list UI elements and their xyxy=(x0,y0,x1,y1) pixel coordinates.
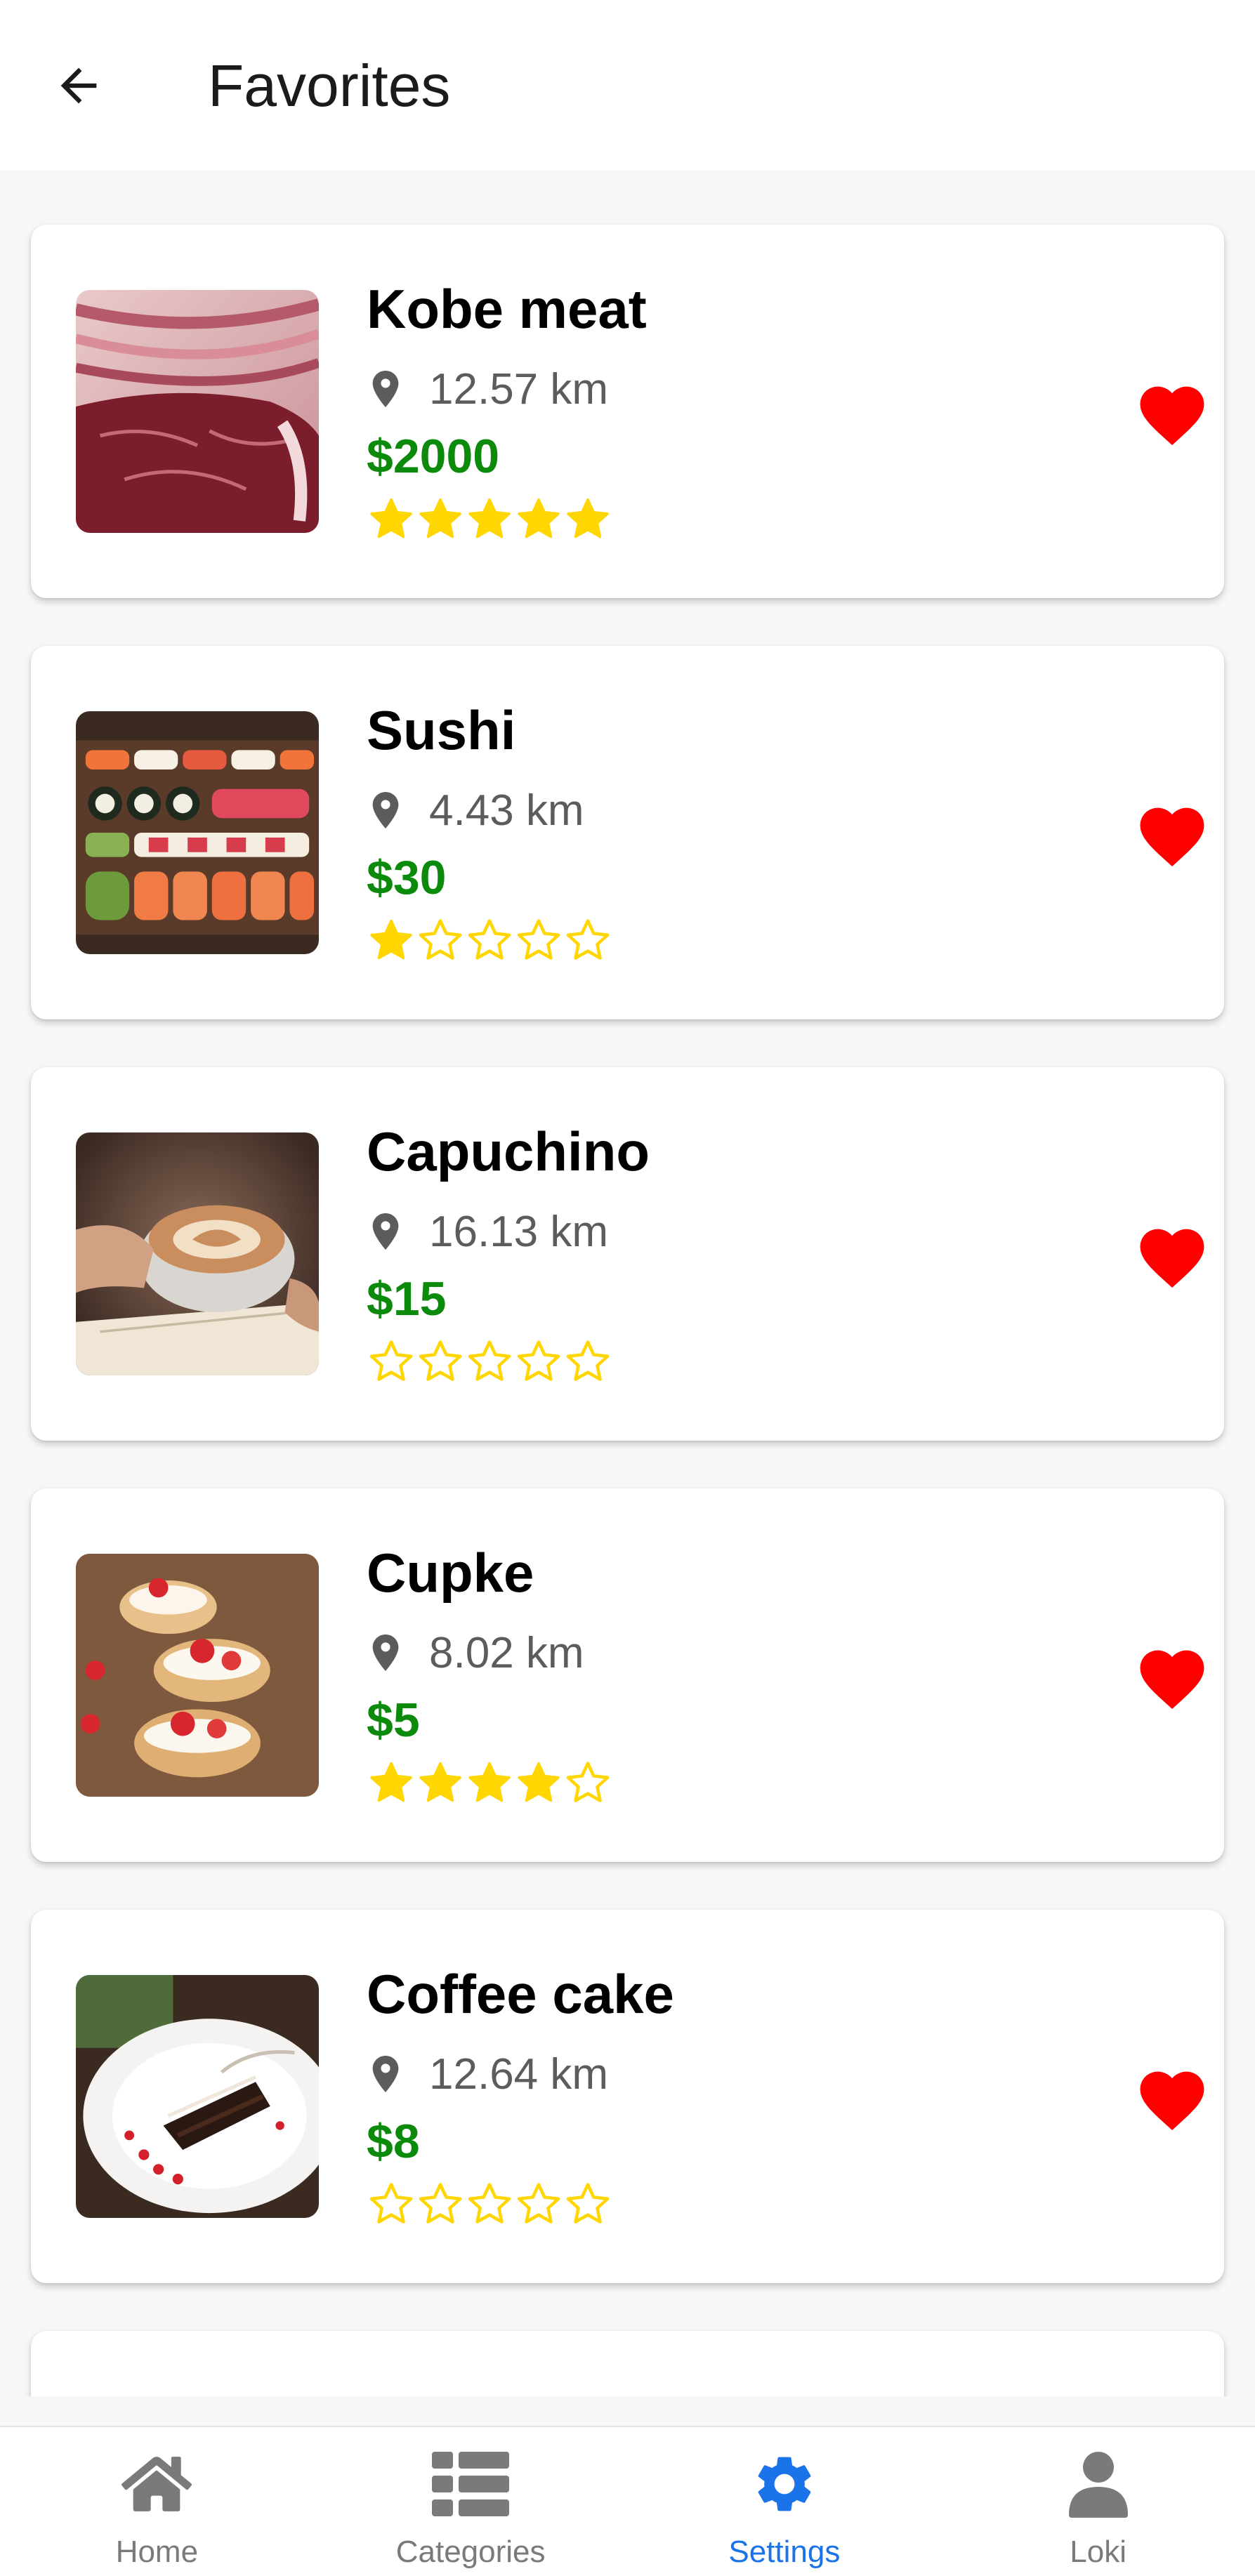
star-filled-icon xyxy=(370,919,412,960)
item-price: $5 xyxy=(367,1693,420,1747)
star-outline-icon xyxy=(419,1340,462,1381)
nav-settings-label: Settings xyxy=(728,2535,841,2569)
distance-row: 8.02 km xyxy=(372,1627,584,1678)
location-pin-icon xyxy=(372,1213,399,1250)
nav-home-label: Home xyxy=(115,2535,199,2569)
location-pin-icon xyxy=(372,371,399,407)
chocolate-cake-slice-photo xyxy=(76,1975,319,2218)
item-name: Coffee cake xyxy=(367,1963,674,2025)
favorite-card[interactable]: Capuchino 16.13 km $15 xyxy=(31,1067,1224,1441)
star-rating xyxy=(367,495,612,543)
user-icon xyxy=(1060,2445,1137,2523)
arrow-left-icon xyxy=(60,67,97,104)
heart-icon xyxy=(1140,1229,1204,1288)
favorite-card[interactable]: Cupke 8.02 km $5 xyxy=(31,1488,1224,1862)
heart-icon xyxy=(1140,386,1204,446)
favorite-heart-button[interactable] xyxy=(1126,1637,1218,1715)
heart-icon xyxy=(1140,1650,1204,1710)
sushi-platter-photo xyxy=(76,711,319,954)
item-price: $15 xyxy=(367,1272,447,1326)
star-filled-icon xyxy=(419,1762,461,1802)
item-distance: 12.64 km xyxy=(429,2049,609,2099)
star-rating xyxy=(367,1759,612,1806)
item-name: Cupke xyxy=(367,1542,534,1604)
distance-row: 16.13 km xyxy=(372,1206,608,1257)
favorite-heart-button[interactable] xyxy=(1126,795,1218,872)
star-outline-icon xyxy=(517,1340,560,1381)
favorite-heart-button[interactable] xyxy=(1126,1216,1218,1293)
distance-row: 4.43 km xyxy=(372,785,584,835)
bottom-navigation: Home Categories Settings Loki xyxy=(0,2426,1255,2576)
star-rating xyxy=(367,2180,612,2228)
item-price: $30 xyxy=(367,851,447,904)
star-outline-icon xyxy=(369,2183,413,2224)
nav-categories[interactable]: Categories xyxy=(314,2427,628,2576)
star-rating xyxy=(367,1337,612,1385)
strawberry-cream-puffs-photo xyxy=(76,1554,319,1797)
back-button[interactable] xyxy=(39,46,118,125)
app-bar: Favorites xyxy=(0,0,1255,171)
star-outline-icon xyxy=(566,1762,610,1802)
star-outline-icon xyxy=(566,1340,610,1381)
location-pin-icon xyxy=(372,1634,399,1671)
favorite-heart-button[interactable] xyxy=(1126,374,1218,451)
item-price: $2000 xyxy=(367,430,500,483)
star-outline-icon xyxy=(517,2183,560,2224)
distance-row: 12.64 km xyxy=(372,2049,608,2099)
nav-profile-label: Loki xyxy=(1070,2535,1126,2569)
star-filled-icon xyxy=(370,498,412,539)
star-outline-icon xyxy=(566,2183,610,2224)
star-outline-icon xyxy=(468,2183,511,2224)
star-filled-icon xyxy=(468,498,511,539)
star-filled-icon xyxy=(518,1762,560,1802)
star-filled-icon xyxy=(518,498,560,539)
favorite-card[interactable]: Sushi 4.43 km $30 xyxy=(31,646,1224,1019)
star-filled-icon xyxy=(419,498,461,539)
star-filled-icon xyxy=(567,498,609,539)
item-distance: 16.13 km xyxy=(429,1207,609,1256)
star-outline-icon xyxy=(517,919,560,960)
heart-icon xyxy=(1140,807,1204,867)
item-distance: 8.02 km xyxy=(429,1628,584,1677)
star-rating xyxy=(367,916,612,964)
nav-categories-label: Categories xyxy=(395,2535,546,2569)
distance-row: 12.57 km xyxy=(372,364,608,414)
cappuccino-cup-photo xyxy=(76,1132,319,1375)
page-title: Favorites xyxy=(208,53,451,119)
favorite-card[interactable]: Kobe meat 12.57 km $2000 xyxy=(31,225,1224,598)
item-distance: 4.43 km xyxy=(429,786,584,835)
star-outline-icon xyxy=(419,919,462,960)
nav-profile[interactable]: Loki xyxy=(941,2427,1255,2576)
star-outline-icon xyxy=(369,1340,413,1381)
app-root: Favorites Kobe meat 12.57 km $2000 Sushi… xyxy=(0,0,1255,2576)
favorites-list[interactable]: Kobe meat 12.57 km $2000 Sushi 4.43 km $… xyxy=(0,171,1255,2396)
star-outline-icon xyxy=(468,919,511,960)
item-price: $8 xyxy=(367,2115,420,2168)
item-distance: 12.57 km xyxy=(429,364,609,414)
heart-icon xyxy=(1140,2071,1204,2131)
star-outline-icon xyxy=(419,2183,462,2224)
favorite-card[interactable]: Coffee cake 12.64 km $8 xyxy=(31,1910,1224,2283)
favorite-heart-button[interactable] xyxy=(1126,2059,1218,2136)
favorite-card-partial[interactable] xyxy=(31,2331,1224,2396)
list-icon xyxy=(432,2445,510,2523)
location-pin-icon xyxy=(372,2056,399,2092)
star-filled-icon xyxy=(370,1762,412,1802)
star-outline-icon xyxy=(468,1340,511,1381)
gear-icon xyxy=(746,2445,823,2523)
home-icon xyxy=(118,2445,195,2523)
item-name: Capuchino xyxy=(367,1121,650,1182)
kobe-beef-photo xyxy=(76,290,319,533)
star-outline-icon xyxy=(566,919,610,960)
star-filled-icon xyxy=(468,1762,511,1802)
nav-settings[interactable]: Settings xyxy=(628,2427,942,2576)
nav-home[interactable]: Home xyxy=(0,2427,314,2576)
item-name: Sushi xyxy=(367,699,516,761)
item-name: Kobe meat xyxy=(367,278,647,340)
location-pin-icon xyxy=(372,792,399,828)
